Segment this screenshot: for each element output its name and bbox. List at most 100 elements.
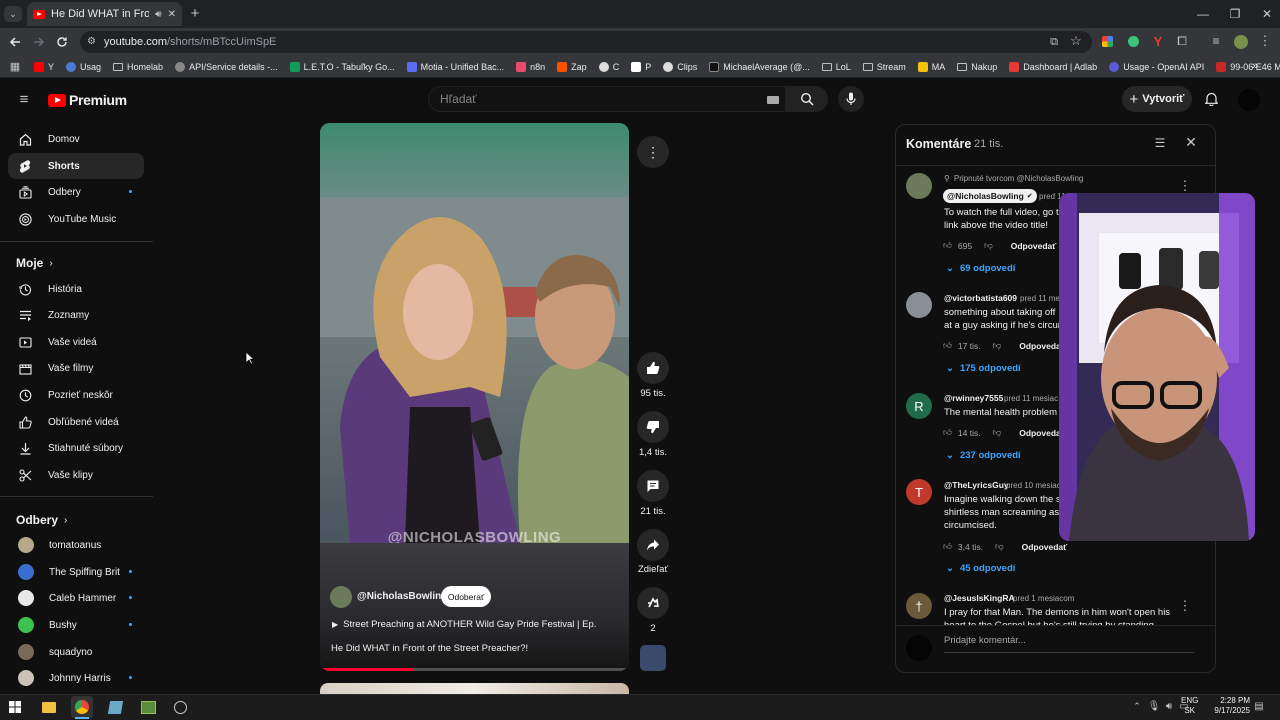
search-input[interactable]: Hľadať — [428, 86, 786, 112]
comment-more-icon[interactable]: ⋮ — [1178, 178, 1192, 193]
reply-button[interactable]: Odpovedať — [1022, 542, 1068, 552]
install-app-icon[interactable]: ⧉ — [1046, 34, 1062, 50]
app-taskbar-icon[interactable] — [104, 696, 126, 718]
like-button[interactable] — [637, 352, 669, 384]
reply-button[interactable]: Odpovedať — [1019, 341, 1065, 351]
nav-history[interactable]: História — [8, 276, 144, 302]
progress-track[interactable] — [320, 668, 629, 671]
close-comments-icon[interactable]: ✕ — [1183, 134, 1199, 150]
bookmark-item[interactable]: MA — [917, 61, 945, 72]
bookmark-item[interactable]: C — [598, 61, 619, 72]
creator-handle-chip[interactable]: @NicholasBowling ✔ — [943, 189, 1037, 203]
subscribe-button[interactable]: Odoberať — [441, 586, 491, 607]
apps-grid-icon[interactable]: ▦ — [8, 59, 22, 73]
language-indicator[interactable]: ENG SK — [1181, 696, 1198, 716]
tab-search-chevron-icon[interactable]: ⌄ — [4, 6, 22, 22]
nav-downloads[interactable]: Stiahnuté súbory — [8, 435, 144, 461]
comment-avatar[interactable]: † — [906, 593, 932, 619]
close-window-icon[interactable]: ✕ — [1250, 0, 1280, 28]
forward-arrow-icon[interactable] — [30, 33, 48, 51]
new-tab-plus-icon[interactable]: + — [186, 4, 204, 22]
comment-handle[interactable]: @JesusIsKingRA — [944, 593, 1015, 603]
comment-handle[interactable]: @victorbatista609 — [944, 293, 1017, 303]
bookmark-item[interactable]: Clips — [663, 61, 697, 72]
tray-microphone-icon[interactable]: 🎙︎ — [1148, 699, 1161, 713]
bookmark-item[interactable]: Motia - Unified Bac... — [406, 61, 504, 72]
playlist-link[interactable]: ▶ Street Preaching at ANOTHER Wild Gay Pr… — [332, 619, 596, 630]
share-button[interactable] — [637, 529, 669, 561]
restore-window-icon[interactable]: ❐ — [1218, 0, 1252, 28]
browser-tab-active[interactable]: He Did WHAT in Front of the Street Preac… — [27, 2, 182, 26]
nav-shorts[interactable]: Shorts — [8, 153, 144, 179]
short-video-player[interactable]: @NICHOLASBOWLING @NicholasBowling Odober… — [320, 123, 629, 671]
app-taskbar-icon[interactable] — [137, 696, 159, 718]
like-outline-icon[interactable]: 👍︎ — [943, 541, 952, 552]
back-arrow-icon[interactable] — [6, 33, 24, 51]
bookmark-item[interactable]: n8n — [516, 61, 545, 72]
nav-subscriptions[interactable]: Odbery — [8, 179, 144, 205]
create-button[interactable]: + Vytvoriť — [1122, 86, 1192, 112]
comment-avatar[interactable] — [906, 292, 932, 318]
clock[interactable]: 2:28 PM 9/17/2025 — [1200, 696, 1250, 716]
section-odbery[interactable]: Odbery › — [16, 513, 67, 527]
remix-button[interactable] — [637, 587, 669, 619]
channel-handle[interactable]: @NicholasBowling — [357, 591, 447, 602]
add-comment-input[interactable]: Pridajte komentár... — [944, 635, 1194, 653]
speaker-icon[interactable]: 🔊︎ — [155, 9, 161, 20]
nav-home[interactable]: Domov — [8, 126, 144, 152]
site-info-icon[interactable]: ⚙︎ — [87, 36, 96, 47]
file-explorer-icon[interactable] — [38, 696, 60, 718]
nav-your-clips[interactable]: Vaše klipy — [8, 462, 144, 488]
voice-search-button[interactable] — [838, 86, 864, 112]
subscription-item[interactable]: Caleb Hammer — [8, 585, 144, 611]
bookmark-item[interactable]: API/Service details -... — [175, 61, 278, 72]
bookmark-folder[interactable]: Homelab — [113, 62, 163, 72]
browser-menu-icon[interactable]: ⋮ — [1258, 33, 1272, 49]
more-options-button[interactable]: ⋮ — [637, 136, 669, 168]
comment-avatar[interactable] — [906, 173, 932, 199]
bookmark-item[interactable]: L.E.T.O - Tabuľky Go... — [289, 61, 395, 72]
search-button[interactable] — [786, 86, 828, 112]
nav-watch-later[interactable]: Pozrieť neskôr — [8, 382, 144, 408]
bookmark-item[interactable]: Y — [34, 61, 54, 72]
chrome-taskbar-icon[interactable] — [71, 696, 93, 718]
like-outline-icon[interactable]: 👍︎ — [943, 340, 952, 351]
reading-list-icon[interactable]: ≡ — [1208, 33, 1224, 49]
nav-playlists[interactable]: Zoznamy — [8, 302, 144, 328]
reply-button[interactable]: Odpovedať — [1011, 241, 1057, 251]
comment-handle[interactable]: @rwinney7555 — [944, 393, 1003, 403]
subscription-item[interactable]: tomatoanus — [8, 532, 144, 558]
comment-avatar[interactable]: R — [906, 393, 932, 419]
section-moje[interactable]: Moje › — [16, 256, 53, 270]
dislike-outline-icon[interactable]: 👎︎ — [995, 541, 1004, 552]
notification-center-icon[interactable]: ▤ — [1253, 699, 1265, 713]
comment-more-icon[interactable]: ⋮ — [1178, 598, 1192, 613]
bookmark-item[interactable]: MichaelAverage (@... — [709, 61, 810, 72]
bookmark-item[interactable]: Zap — [557, 61, 587, 72]
view-replies-button[interactable]: ⌄ 237 odpovedí — [946, 450, 1021, 461]
view-replies-button[interactable]: ⌄ 45 odpovedí — [946, 563, 1015, 574]
bookmark-item[interactable]: Usage - OpenAI API — [1109, 61, 1204, 72]
subscription-item[interactable]: The Spiffing Brit — [8, 559, 144, 585]
tab-close-icon[interactable]: ✕ — [168, 9, 176, 20]
reload-icon[interactable] — [53, 33, 71, 51]
subscription-item[interactable]: squadyno — [8, 639, 144, 665]
notifications-bell-icon[interactable] — [1202, 90, 1220, 108]
view-replies-button[interactable]: ⌄ 175 odpovedí — [946, 363, 1021, 374]
dislike-outline-icon[interactable]: 👎︎ — [984, 240, 993, 251]
extension-colorful-icon[interactable] — [1102, 36, 1113, 47]
channel-avatar[interactable] — [330, 586, 352, 608]
tray-speaker-icon[interactable]: 🔊︎ — [1163, 699, 1175, 713]
bookmark-item[interactable]: Dashboard | Adlab — [1009, 61, 1097, 72]
sort-comments-icon[interactable]: ☰ — [1152, 135, 1168, 151]
nav-liked-videos[interactable]: Obľúbené videá — [8, 409, 144, 435]
nav-your-videos[interactable]: Vaše videá — [8, 329, 144, 355]
bookmark-item[interactable]: Usag — [66, 61, 101, 72]
nav-your-movies[interactable]: Vaše filmy — [8, 355, 144, 381]
nav-youtube-music[interactable]: YouTube Music — [8, 206, 144, 232]
youtube-premium-logo[interactable]: Premium — [48, 92, 127, 108]
bookmark-item[interactable]: P — [631, 61, 651, 72]
tray-chevron-up-icon[interactable]: ⌃ — [1131, 700, 1143, 712]
view-replies-button[interactable]: ⌄ 69 odpovedí — [946, 263, 1015, 274]
subscription-item[interactable]: Bushy — [8, 612, 144, 638]
